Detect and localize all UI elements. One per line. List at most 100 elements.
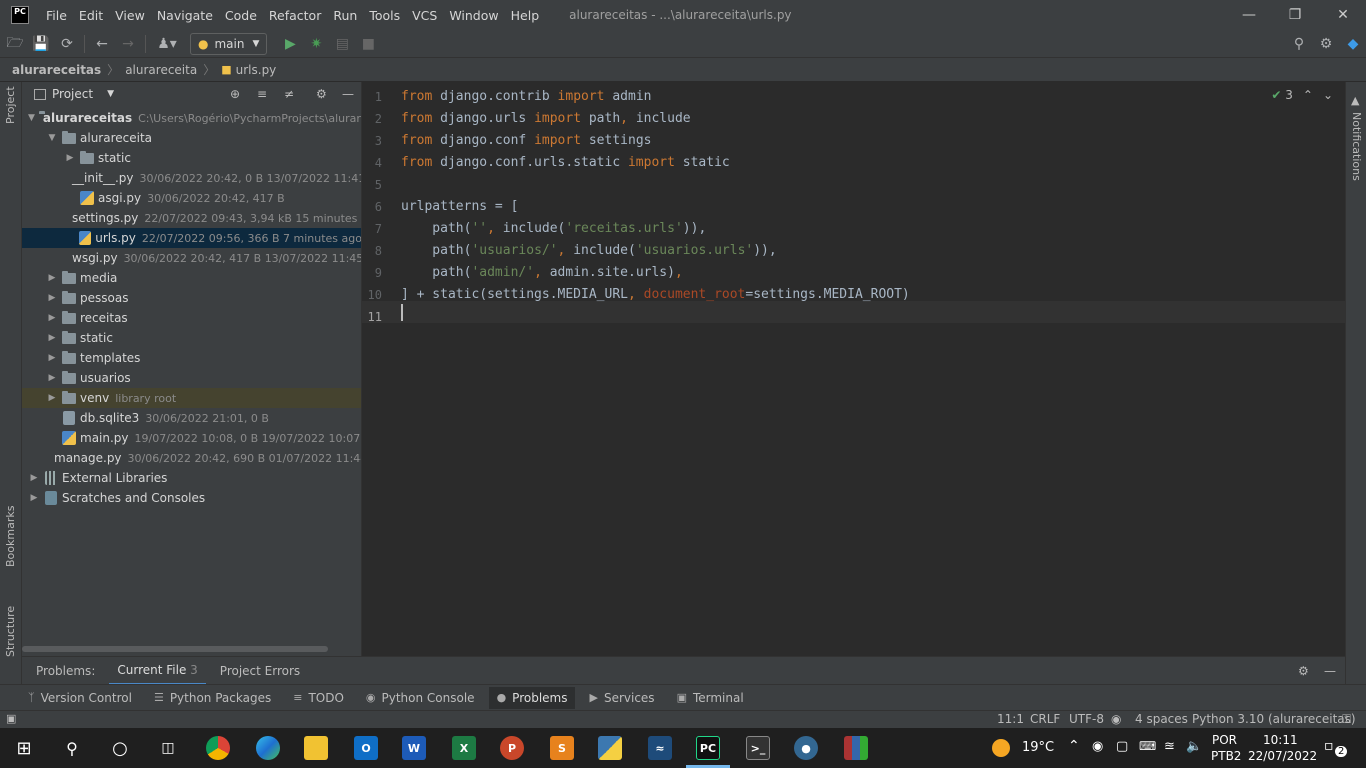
notifications-tool-tab[interactable]: Notifications — [1350, 112, 1363, 181]
chevron-down-icon[interactable]: ▼ — [28, 113, 35, 123]
volume-icon[interactable]: 🔈 — [1186, 739, 1202, 754]
tab-current-file[interactable]: Current File 3 — [109, 657, 206, 685]
menu-vcs[interactable]: VCS — [412, 8, 437, 23]
tree-item[interactable]: db.sqlite3 30/06/2022 21:01, 0 B — [22, 408, 361, 428]
chevron-down-icon[interactable]: ▼ — [46, 133, 58, 143]
menu-navigate[interactable]: Navigate — [157, 8, 213, 23]
tree-item[interactable]: ▶ venv library root — [22, 388, 361, 408]
tree-item[interactable]: ▶ media — [22, 268, 361, 288]
record-icon[interactable]: ◉ — [1092, 739, 1103, 754]
branch-selector[interactable]: ● main ▼ — [190, 32, 268, 55]
postgresql-icon[interactable]: ● — [794, 736, 818, 760]
debug-icon[interactable]: ✷ — [303, 31, 329, 57]
menu-help[interactable]: Help — [511, 8, 540, 23]
layout-icon[interactable]: ▣ — [6, 712, 16, 725]
search-icon[interactable]: ⚲ — [60, 736, 84, 760]
menu-window[interactable]: Window — [449, 8, 498, 23]
code-line[interactable]: from django.conf.urls.static import stat… — [401, 152, 730, 174]
outlook-icon[interactable]: O — [354, 736, 378, 760]
interpreter-selector[interactable]: Python 3.10 (alurareceitas) — [1192, 712, 1356, 726]
bookmarks-tool-tab[interactable]: Bookmarks — [4, 506, 17, 567]
menu-tools[interactable]: Tools — [369, 8, 400, 23]
project-tool-tab[interactable]: Project — [4, 86, 17, 124]
structure-tool-tab[interactable]: Structure — [4, 606, 17, 657]
tree-item[interactable]: ▼ alurareceitas C:\Users\Rogério\PycharmPr… — [22, 108, 361, 128]
breadcrumb-file[interactable]: urls.py — [236, 63, 277, 77]
code-line[interactable]: from django.conf import settings — [401, 130, 651, 152]
problems-tab[interactable]: ● Problems — [488, 686, 576, 709]
collapse-all-icon[interactable]: ≠ — [284, 87, 294, 101]
clock-time[interactable]: 10:11 — [1263, 733, 1298, 747]
gear-icon[interactable]: ⚙ — [316, 87, 327, 101]
chevron-down-icon[interactable]: ▼ — [107, 89, 114, 99]
expand-all-icon[interactable]: ≡ — [257, 87, 267, 101]
terminal-icon[interactable]: >_ — [746, 736, 770, 760]
menu-file[interactable]: File — [46, 8, 67, 23]
powerpoint-icon[interactable]: P — [500, 736, 524, 760]
project-panel-title[interactable]: Project — [52, 87, 93, 101]
open-folder-icon[interactable]: 🗁 — [2, 31, 28, 57]
tree-item[interactable]: ▶ static — [22, 328, 361, 348]
chevron-right-icon[interactable]: ▶ — [46, 353, 58, 363]
tree-item[interactable]: ▶ External Libraries — [22, 468, 361, 488]
run-icon[interactable]: ▶ — [277, 31, 303, 57]
forward-arrow-icon[interactable]: → — [115, 31, 141, 57]
user-icon[interactable]: ♟▾ — [150, 31, 184, 57]
tab-project-errors[interactable]: Project Errors — [212, 657, 308, 685]
code-line[interactable]: path('', include('receitas.urls')), — [401, 218, 706, 240]
horizontal-scrollbar[interactable] — [22, 646, 328, 652]
tree-item[interactable]: ▼ alurareceita — [22, 128, 361, 148]
chevron-up-icon[interactable]: ⌃ — [1303, 88, 1313, 102]
restore-icon[interactable]: ❐ — [1272, 0, 1318, 30]
tree-item[interactable]: __init__.py 30/06/2022 20:42, 0 B 13/07/2… — [22, 168, 361, 188]
tree-item[interactable]: ▶ Scratches and Consoles — [22, 488, 361, 508]
excel-icon[interactable]: X — [452, 736, 476, 760]
chevron-right-icon[interactable]: ▶ — [46, 373, 58, 383]
tree-item[interactable]: ▶ pessoas — [22, 288, 361, 308]
notification-center-icon[interactable]: ▫ — [1324, 738, 1334, 754]
code-line[interactable]: from django.urls import path, include — [401, 108, 691, 130]
tree-item[interactable]: ▶ usuarios — [22, 368, 361, 388]
caret-position[interactable]: 11:1 — [997, 712, 1024, 726]
bell-icon[interactable]: ▲ — [1351, 94, 1359, 107]
line-separator[interactable]: CRLF — [1030, 712, 1060, 726]
chevron-right-icon[interactable]: ▶ — [46, 293, 58, 303]
terminal-tab[interactable]: ▣ Terminal — [677, 691, 744, 705]
task-view-icon[interactable]: ◫ — [156, 736, 180, 760]
code-line[interactable]: urlpatterns = [ — [401, 196, 518, 218]
menu-refactor[interactable]: Refactor — [269, 8, 321, 23]
code-line[interactable]: ] + static(settings.MEDIA_URL, document_… — [401, 284, 910, 306]
chrome-icon[interactable] — [206, 736, 230, 760]
windows-start-icon[interactable]: ⊞ — [12, 736, 36, 760]
gear-icon[interactable]: ⚙ — [1298, 664, 1309, 678]
tree-item[interactable]: ▶ static — [22, 148, 361, 168]
code-line[interactable]: path('usuarios/', include('usuarios.urls… — [401, 240, 776, 262]
chevron-right-icon[interactable]: ▶ — [46, 273, 58, 283]
cortana-icon[interactable]: ○ — [108, 736, 132, 760]
search-icon[interactable]: ⚲ — [1286, 31, 1312, 57]
menu-edit[interactable]: Edit — [79, 8, 103, 23]
python-console-tab[interactable]: ◉ Python Console — [366, 691, 475, 705]
menu-run[interactable]: Run — [333, 8, 357, 23]
input-method-icon[interactable]: ⌨ — [1139, 739, 1156, 753]
minimize-icon[interactable]: — — [1226, 0, 1272, 30]
pycharm-taskbar-icon[interactable]: PC — [696, 736, 720, 760]
chevron-right-icon[interactable]: ▶ — [46, 313, 58, 323]
services-tab[interactable]: ▶ Services — [589, 691, 654, 705]
close-icon[interactable]: ✕ — [1320, 0, 1366, 30]
chevron-up-icon[interactable]: ⌃ — [1068, 738, 1080, 754]
tree-item[interactable]: main.py 19/07/2022 10:08, 0 B 19/07/2022 … — [22, 428, 361, 448]
chevron-right-icon[interactable]: ▶ — [28, 493, 40, 503]
python-icon[interactable] — [598, 736, 622, 760]
chevron-right-icon[interactable]: ▶ — [28, 473, 40, 483]
eye-icon[interactable]: ◉ — [1111, 712, 1121, 726]
lock-icon[interactable]: ⚿ — [1342, 712, 1351, 727]
sublime-icon[interactable]: S — [550, 736, 574, 760]
code-editor[interactable]: 1 2 3 4 5 6 7 8 9 10 11 from django.contrib import… — [362, 82, 1345, 656]
indent-setting[interactable]: 4 spaces — [1135, 712, 1188, 726]
tree-item[interactable]: ▶ receitas — [22, 308, 361, 328]
menu-code[interactable]: Code — [225, 8, 257, 23]
language-secondary[interactable]: PTB2 — [1211, 749, 1241, 763]
camera-icon[interactable]: ▢ — [1116, 739, 1128, 754]
gear-icon[interactable]: ⚙ — [1313, 31, 1339, 57]
